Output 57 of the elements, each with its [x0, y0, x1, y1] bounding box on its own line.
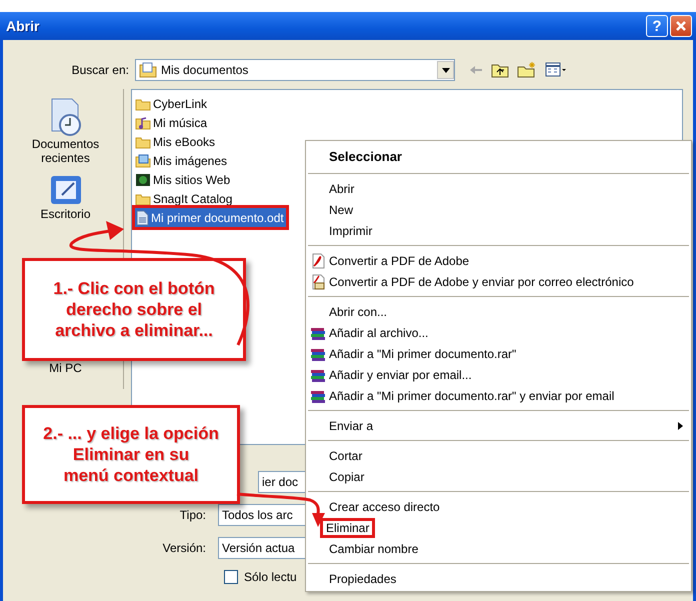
- menu-item[interactable]: Convertir a PDF de Adobe: [328, 254, 470, 268]
- folder-icon: [135, 192, 151, 206]
- dropdown-button[interactable]: [437, 61, 454, 79]
- file-item[interactable]: Mis eBooks: [135, 132, 218, 151]
- close-icon: [675, 20, 687, 32]
- new-folder-icon[interactable]: [517, 62, 537, 78]
- menu-item[interactable]: Cambiar nombre: [328, 542, 420, 556]
- place-label[interactable]: Documentos recientes: [20, 137, 110, 165]
- menu-item[interactable]: Propiedades: [328, 572, 398, 586]
- close-button[interactable]: [670, 15, 692, 37]
- folder-icon: [135, 96, 151, 110]
- version-label: Versión:: [162, 541, 207, 555]
- globe-folder-icon: [135, 172, 151, 186]
- folder-icon: [139, 62, 157, 78]
- callout-text: 2.- ... y elige la opción Eliminar en su menú contextual: [43, 423, 219, 486]
- file-item[interactable]: SnagIt Catalog: [135, 189, 234, 208]
- window-title: Abrir: [6, 18, 40, 34]
- menu-item[interactable]: Abrir: [328, 182, 356, 196]
- look-in-dropdown[interactable]: Mis documentos: [135, 59, 455, 81]
- menu-item[interactable]: Enviar a: [328, 418, 374, 432]
- menu-item[interactable]: Copiar: [328, 470, 366, 484]
- menu-item[interactable]: Añadir y enviar por email...: [328, 368, 473, 382]
- pdf-icon: [310, 252, 326, 268]
- menu-item[interactable]: Seleccionar: [328, 148, 403, 164]
- callout-text: 1.- Clic con el botón derecho sobre el archivo a eliminar...: [53, 278, 215, 341]
- menu-item[interactable]: Añadir a "Mi primer documento.rar" y enviar por email: [328, 388, 616, 402]
- file-item[interactable]: CyberLink: [135, 94, 210, 113]
- menu-item[interactable]: Cortar: [328, 448, 364, 462]
- menu-item[interactable]: Convertir a PDF de Adobe y enviar por correo electrónico: [328, 274, 635, 288]
- look-in-value: Mis documentos: [160, 63, 250, 77]
- music-folder-icon: [135, 116, 151, 130]
- menu-item[interactable]: New: [328, 202, 354, 216]
- look-in-label: Buscar en:: [70, 63, 130, 77]
- help-button[interactable]: ?: [646, 15, 668, 37]
- pdf-mail-icon: [310, 274, 326, 290]
- place-label[interactable]: Escritorio: [20, 207, 110, 221]
- menu-item[interactable]: Eliminar: [325, 520, 370, 534]
- menu-item[interactable]: Añadir al archivo...: [328, 326, 430, 340]
- file-item[interactable]: Mis imágenes: [135, 151, 230, 170]
- file-item[interactable]: Mi música: [135, 113, 210, 132]
- file-item[interactable]: Mi primer documento.odt: [135, 208, 286, 227]
- read-only-checkbox[interactable]: [224, 570, 238, 584]
- pictures-folder-icon: [135, 154, 151, 168]
- document-icon: [135, 210, 149, 226]
- menu-item[interactable]: Crear acceso directo: [328, 500, 441, 514]
- menu-item[interactable]: Añadir a "Mi primer documento.rar": [328, 346, 518, 360]
- menu-item[interactable]: Imprimir: [328, 224, 374, 238]
- menu-item[interactable]: Abrir con...: [328, 304, 388, 318]
- folder-icon: [135, 134, 151, 148]
- type-label: Tipo:: [178, 508, 207, 522]
- file-item[interactable]: Mis sitios Web: [135, 170, 232, 189]
- read-only-label: Sólo lectu: [244, 570, 297, 584]
- up-folder-icon[interactable]: [491, 62, 509, 78]
- views-menu-icon[interactable]: [545, 62, 567, 78]
- place-label[interactable]: Mi PC: [20, 361, 110, 375]
- caret-icon: [442, 68, 450, 72]
- submenu-arrow-icon: [678, 422, 683, 430]
